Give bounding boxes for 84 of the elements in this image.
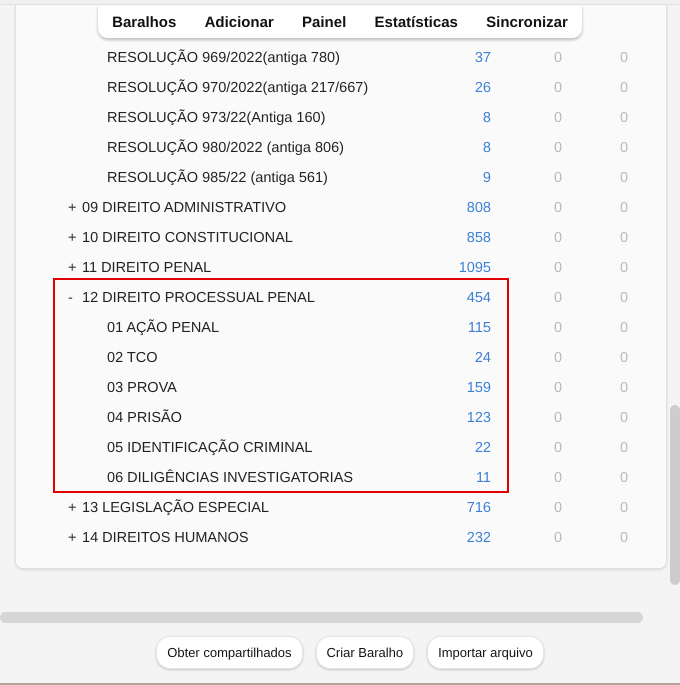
learn-count: 0: [552, 230, 564, 246]
new-count: 115: [466, 320, 491, 336]
toggle-button[interactable]: +: [68, 500, 82, 516]
deck-name[interactable]: 03 PROVA: [107, 380, 177, 396]
new-count: 8: [482, 140, 491, 156]
new-count: 858: [466, 230, 491, 246]
deck-name[interactable]: RESOLUÇÃO 973/22(Antiga 160): [107, 110, 326, 126]
learn-count: 0: [552, 260, 564, 276]
new-count: 716: [466, 500, 491, 516]
due-count: 0: [618, 260, 630, 276]
new-count: 37: [474, 50, 491, 66]
new-count: 26: [474, 80, 491, 96]
deck-name[interactable]: RESOLUÇÃO 969/2022(antiga 780): [107, 50, 340, 66]
horizontal-scrollbar[interactable]: [0, 612, 643, 623]
learn-count: 0: [552, 530, 564, 546]
due-count: 0: [618, 140, 630, 156]
new-count: 159: [466, 380, 491, 396]
action-button[interactable]: Importar arquivo: [427, 636, 544, 669]
due-count: 0: [618, 110, 630, 126]
learn-count: 0: [552, 290, 564, 306]
new-count: 8: [482, 110, 491, 126]
learn-count: 0: [552, 440, 564, 456]
toggle-button[interactable]: +: [68, 260, 82, 276]
deck-name[interactable]: 11 DIREITO PENAL: [82, 260, 212, 276]
scrollbar-thumb[interactable]: [670, 405, 680, 585]
learn-count: 0: [552, 500, 564, 516]
due-count: 0: [618, 200, 630, 216]
action-button[interactable]: Obter compartilhados: [156, 636, 303, 669]
due-count: 0: [618, 230, 630, 246]
due-count: 0: [618, 50, 630, 66]
toolbar-link[interactable]: Estatísticas: [374, 14, 458, 30]
deck-name[interactable]: 14 DIREITOS HUMANOS: [82, 530, 249, 546]
new-count: 1095: [458, 260, 491, 276]
deck-name[interactable]: 05 IDENTIFICAÇÃO CRIMINAL: [107, 440, 312, 456]
due-count: 0: [618, 380, 630, 396]
learn-count: 0: [552, 140, 564, 156]
deck-name[interactable]: RESOLUÇÃO 970/2022(antiga 217/667): [107, 80, 368, 96]
deck-name[interactable]: 04 PRISÃO: [107, 410, 182, 426]
deck-name[interactable]: 09 DIREITO ADMINISTRATIVO: [82, 200, 286, 216]
due-count: 0: [618, 320, 630, 336]
toggle-button[interactable]: -: [68, 290, 82, 306]
due-count: 0: [618, 440, 630, 456]
deck-name[interactable]: 06 DILIGÊNCIAS INVESTIGATORIAS: [107, 470, 354, 486]
due-count: 0: [618, 410, 630, 426]
deck-name[interactable]: 13 LEGISLAÇÃO ESPECIAL: [82, 500, 269, 516]
due-count: 0: [618, 500, 630, 516]
due-count: 0: [618, 290, 630, 306]
due-count: 0: [618, 470, 630, 486]
learn-count: 0: [552, 320, 564, 336]
learn-count: 0: [552, 170, 564, 186]
new-count: 11: [474, 470, 491, 486]
toggle-button[interactable]: +: [68, 530, 82, 546]
new-count: 232: [466, 530, 491, 546]
toolbar-link[interactable]: Sincronizar: [486, 14, 568, 30]
deck-name[interactable]: 02 TCO: [107, 350, 158, 366]
learn-count: 0: [552, 50, 564, 66]
learn-count: 0: [552, 350, 564, 366]
deck-name[interactable]: 01 AÇÃO PENAL: [107, 320, 220, 336]
toolbar-link[interactable]: Painel: [302, 14, 346, 30]
new-count: 123: [466, 410, 491, 426]
due-count: 0: [618, 80, 630, 96]
new-count: 808: [466, 200, 491, 216]
toggle-button[interactable]: +: [68, 200, 82, 216]
new-count: 9: [482, 170, 491, 186]
due-count: 0: [618, 530, 630, 546]
new-count: 22: [474, 440, 491, 456]
toolbar-link[interactable]: Adicionar: [204, 14, 274, 30]
due-count: 0: [618, 350, 630, 366]
due-count: 0: [618, 170, 630, 186]
toggle-button[interactable]: +: [68, 230, 82, 246]
new-count: 454: [466, 290, 491, 306]
learn-count: 0: [552, 380, 564, 396]
deck-name[interactable]: 10 DIREITO CONSTITUCIONAL: [82, 230, 293, 246]
deck-name[interactable]: 12 DIREITO PROCESSUAL PENAL: [82, 290, 315, 306]
action-button[interactable]: Criar Baralho: [316, 636, 414, 669]
deck-name[interactable]: RESOLUÇÃO 980/2022 (antiga 806): [107, 140, 344, 156]
deck-name[interactable]: RESOLUÇÃO 985/22 (antiga 561): [107, 170, 328, 186]
learn-count: 0: [552, 470, 564, 486]
learn-count: 0: [552, 110, 564, 126]
learn-count: 0: [552, 410, 564, 426]
learn-count: 0: [552, 80, 564, 96]
learn-count: 0: [552, 200, 564, 216]
new-count: 24: [474, 350, 491, 366]
toolbar-link[interactable]: Baralhos: [112, 14, 176, 30]
